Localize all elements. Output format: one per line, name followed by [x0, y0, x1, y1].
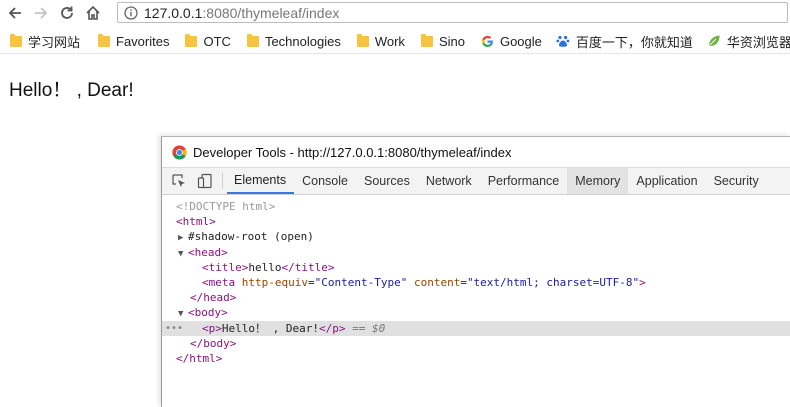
- bookmark-label: Google: [499, 33, 542, 49]
- bookmark-google[interactable]: Google: [477, 30, 546, 52]
- bookmark-label: Sino: [438, 33, 465, 49]
- bookmark-baidu[interactable]: 百度一下，你就知道: [552, 30, 697, 52]
- bookmark-work[interactable]: Work: [353, 30, 409, 52]
- toolbar-divider: [222, 173, 223, 189]
- folder-icon: [10, 33, 22, 47]
- forward-button[interactable]: [30, 2, 52, 24]
- page-paragraph: Hello！ , Dear!: [9, 80, 134, 101]
- folder-icon: [98, 33, 111, 47]
- inspect-cursor-icon: [172, 174, 185, 187]
- dom-body-close[interactable]: </body>: [162, 336, 790, 351]
- tab-elements[interactable]: Elements: [227, 168, 295, 194]
- devtools-tabbar: Elements Console Sources Network Perform…: [162, 167, 790, 195]
- back-button[interactable]: [4, 2, 26, 24]
- leaf-icon: [708, 35, 720, 46]
- bookmark-label: Work: [374, 33, 405, 49]
- tab-application[interactable]: Application: [628, 168, 705, 194]
- google-icon: [481, 35, 493, 47]
- bookmark-label: OTC: [203, 33, 231, 49]
- devtools-title: Developer Tools - http://127.0.0.1:8080/…: [193, 144, 512, 160]
- devtools-window: Developer Tools - http://127.0.0.1:8080/…: [161, 136, 790, 407]
- dom-title[interactable]: <title>hello</title>: [162, 260, 790, 275]
- tab-performance[interactable]: Performance: [480, 168, 568, 194]
- dom-p-selected[interactable]: ••• <p>Hello！ , Dear!</p> == $0: [162, 320, 790, 336]
- chrome-logo-icon: [172, 144, 187, 160]
- bookmark-study-sites[interactable]: 学习网站: [6, 30, 84, 52]
- dom-shadow-root[interactable]: ▶ #shadow-root (open): [162, 229, 790, 244]
- device-toolbar-button[interactable]: [192, 168, 218, 194]
- bookmark-huazi-browser[interactable]: 华资浏览器: [703, 30, 790, 52]
- home-button[interactable]: [82, 2, 104, 24]
- tab-sources[interactable]: Sources: [356, 168, 418, 194]
- dom-head[interactable]: ▼ <head>: [162, 245, 790, 260]
- dom-doctype[interactable]: <!DOCTYPE html>: [162, 199, 790, 214]
- address-bar[interactable]: 127.0.0.1:8080/thymeleaf/index: [117, 2, 788, 23]
- dom-html-close[interactable]: </html>: [162, 351, 790, 366]
- bookmark-favorites[interactable]: Favorites: [94, 30, 173, 52]
- bookmark-otc[interactable]: OTC: [181, 30, 234, 52]
- tab-security[interactable]: Security: [706, 168, 767, 194]
- back-arrow-icon: [8, 7, 21, 19]
- inspect-element-button[interactable]: [166, 168, 192, 194]
- dom-body[interactable]: ▼ <body>: [162, 305, 790, 320]
- bookmark-label: 华资浏览器: [726, 34, 790, 50]
- url-host: 127.0.0.1: [144, 4, 203, 21]
- more-options-icon[interactable]: •••: [165, 321, 183, 336]
- url-path: :8080/thymeleaf/index: [202, 4, 340, 21]
- devtools-titlebar[interactable]: Developer Tools - http://127.0.0.1:8080/…: [162, 137, 790, 167]
- bookmark-label: 百度一下，你就知道: [575, 34, 693, 50]
- elements-panel: <!DOCTYPE html> <html> ▶ #shadow-root (op…: [162, 195, 790, 366]
- browser-toolbar: 127.0.0.1:8080/thymeleaf/index: [0, 0, 790, 26]
- tab-console[interactable]: Console: [294, 168, 356, 194]
- folder-icon: [185, 33, 198, 47]
- bookmarks-bar: 学习网站 Favorites OTC Technologies Work Sin…: [0, 29, 790, 54]
- folder-icon: [356, 33, 369, 47]
- dom-meta[interactable]: <meta http-equiv="Content-Type" content=…: [162, 275, 790, 290]
- reload-button[interactable]: [56, 2, 78, 24]
- folder-icon: [420, 33, 433, 47]
- bookmark-label: 学习网站: [28, 34, 81, 50]
- tab-network[interactable]: Network: [418, 168, 480, 194]
- forward-arrow-icon: [35, 7, 48, 19]
- folder-icon: [246, 33, 259, 47]
- baidu-paw-icon: [556, 35, 570, 47]
- bookmark-label: Technologies: [264, 33, 341, 49]
- dom-html[interactable]: <html>: [162, 214, 790, 229]
- device-mobile-icon: [197, 173, 212, 189]
- dom-head-close[interactable]: </head>: [162, 290, 790, 305]
- bookmark-label: Favorites: [116, 33, 170, 49]
- reload-icon: [61, 6, 73, 19]
- home-icon: [86, 5, 100, 20]
- bookmark-technologies[interactable]: Technologies: [243, 30, 345, 52]
- info-icon[interactable]: [124, 5, 138, 20]
- bookmark-sino[interactable]: Sino: [417, 30, 469, 52]
- tab-memory[interactable]: Memory: [567, 168, 629, 194]
